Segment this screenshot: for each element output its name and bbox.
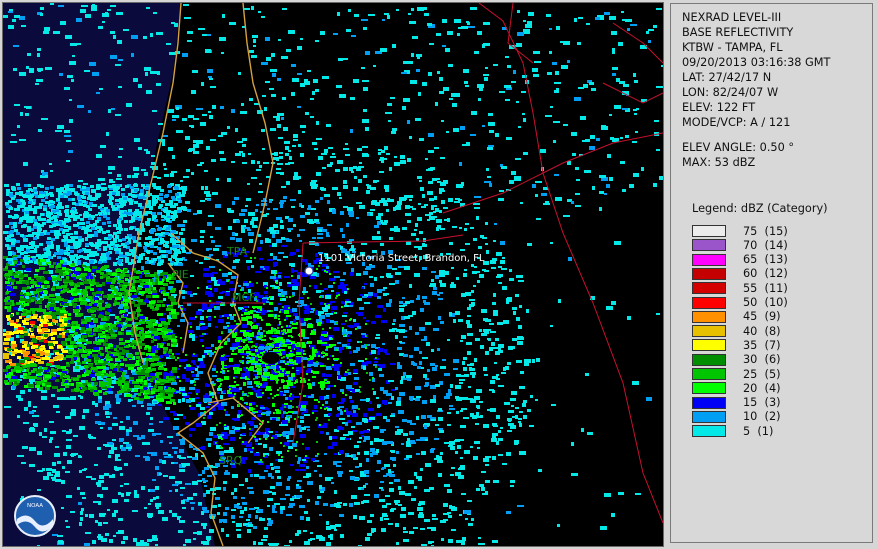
address-pin-icon[interactable] xyxy=(304,266,314,276)
product-type: BASE REFLECTIVITY xyxy=(682,26,794,39)
legend-swatch xyxy=(692,410,726,423)
station-label-mcf: MCF xyxy=(232,291,256,304)
legend-swatch xyxy=(692,239,726,252)
legend-label: 50 (10) xyxy=(743,296,788,309)
station-longitude: LON: 82/24/07 W xyxy=(682,86,779,99)
legend-swatch xyxy=(692,425,726,438)
legend-row: 65 (13) xyxy=(692,253,788,267)
legend-label: 75 (15) xyxy=(743,224,788,238)
legend-row: 50 (10) xyxy=(692,296,788,310)
legend-swatch xyxy=(692,267,726,280)
legend-swatch xyxy=(692,382,726,395)
legend-row: 40 (8) xyxy=(692,324,781,338)
legend-label: 20 (4) xyxy=(743,381,781,395)
legend-swatch xyxy=(692,253,726,266)
legend-row: 60 (12) xyxy=(692,267,788,281)
station-label-srq: SRQ xyxy=(219,454,243,467)
station-label-pie: PIE xyxy=(172,268,189,281)
mode-vcp: MODE/VCP: A / 121 xyxy=(682,116,791,129)
legend-row: 10 (2) xyxy=(692,410,781,424)
legend-label: 40 (8) xyxy=(743,324,781,338)
legend-swatch xyxy=(692,225,726,237)
legend-row: 55 (11) xyxy=(692,281,788,295)
legend-label: 45 (9) xyxy=(743,310,781,324)
legend-label: 30 (6) xyxy=(743,353,781,367)
legend-label: 10 (2) xyxy=(743,410,781,424)
station-latitude: LAT: 27/42/17 N xyxy=(682,71,772,84)
legend-row: 5 (1) xyxy=(692,424,773,438)
legend-swatch xyxy=(692,396,726,409)
max-reflectivity: MAX: 53 dBZ xyxy=(682,156,756,169)
address-label: 1101 Victoria Street, Brandon, FL xyxy=(318,253,485,264)
noaa-logo-icon: NOAA xyxy=(14,495,56,537)
info-panel: NEXRAD LEVEL-III BASE REFLECTIVITY KTBW … xyxy=(670,3,873,543)
legend-swatch xyxy=(692,310,726,323)
legend-label: 25 (5) xyxy=(743,367,781,381)
legend-row: 45 (9) xyxy=(692,310,781,324)
legend-row: 75 (15) xyxy=(692,224,788,238)
legend-swatch xyxy=(692,282,726,295)
legend-swatch xyxy=(692,368,726,380)
legend-swatch xyxy=(692,325,726,338)
legend-row: 20 (4) xyxy=(692,381,781,395)
legend-row: 70 (14) xyxy=(692,238,788,252)
radar-image[interactable]: 1101 Victoria Street, Brandon, FL TPA PI… xyxy=(3,3,663,546)
radar-map[interactable]: 1101 Victoria Street, Brandon, FL TPA PI… xyxy=(2,2,664,547)
station-label-tpa: TPA xyxy=(226,245,248,258)
legend-label: 5 (1) xyxy=(743,424,774,438)
legend-label: 55 (11) xyxy=(743,281,788,295)
legend-label: 65 (13) xyxy=(743,253,788,267)
legend-label: 70 (14) xyxy=(743,238,788,252)
legend-label: 35 (7) xyxy=(743,338,781,352)
station-name: KTBW - TAMPA, FL xyxy=(682,41,783,54)
radar-site-marker xyxy=(262,352,280,364)
elevation-angle: ELEV ANGLE: 0.50 ° xyxy=(682,141,795,154)
legend-swatch xyxy=(692,353,726,366)
legend-row: 35 (7) xyxy=(692,338,781,352)
legend-row: 25 (5) xyxy=(692,367,781,381)
legend-label: 60 (12) xyxy=(743,267,788,281)
legend-swatch xyxy=(692,339,726,352)
legend-label: 15 (3) xyxy=(743,396,781,410)
legend-row: 30 (6) xyxy=(692,353,781,367)
legend-swatch xyxy=(692,296,726,309)
legend-row: 15 (3) xyxy=(692,396,781,410)
product-title: NEXRAD LEVEL-III xyxy=(682,11,782,24)
scan-timestamp: 09/20/2013 03:16:38 GMT xyxy=(682,56,831,69)
station-elevation: ELEV: 122 FT xyxy=(682,101,756,114)
legend-title: Legend: dBZ (Category) xyxy=(692,202,828,215)
